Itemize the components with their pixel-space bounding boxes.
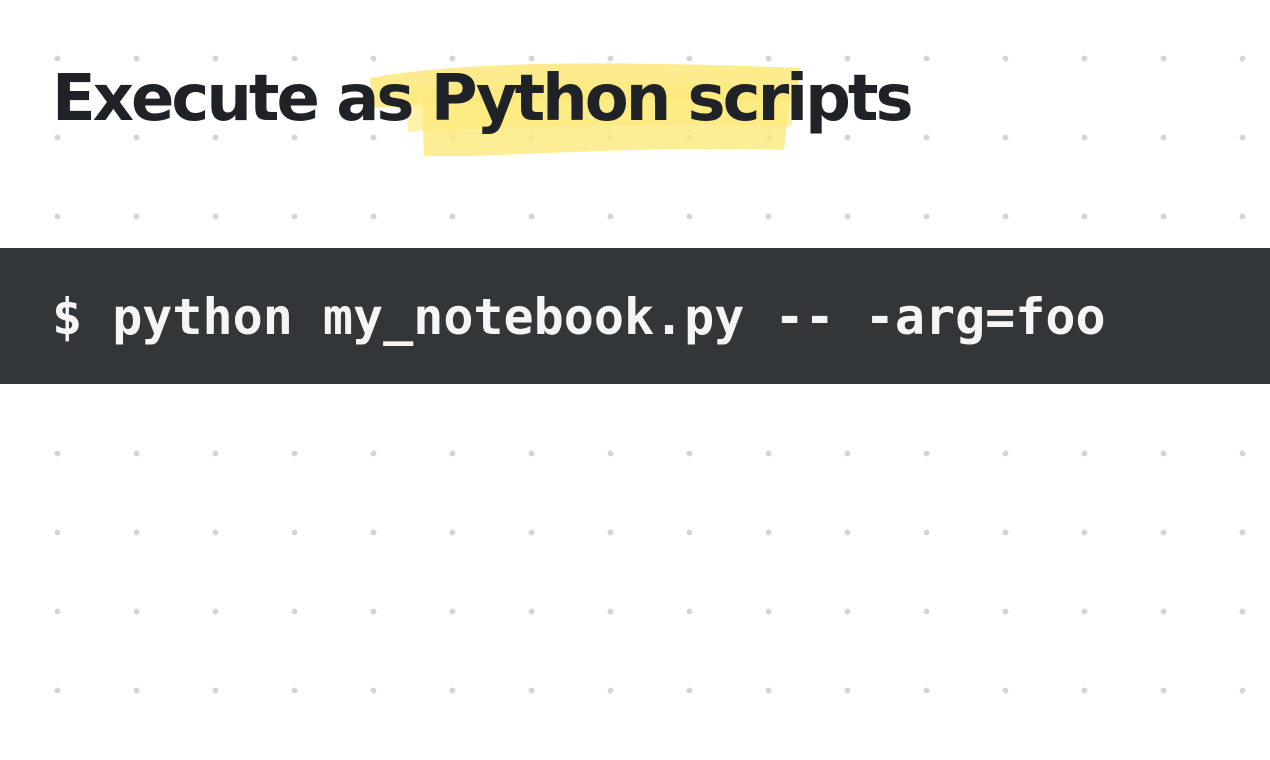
terminal-command-bar: $ python my_notebook.py -- -arg=foo	[0, 248, 1270, 384]
page-title: Execute as Python scripts	[52, 62, 914, 136]
slide: Execute as Python scripts $ python my_no…	[0, 0, 1270, 760]
terminal-command: $ python my_notebook.py -- -arg=foo	[52, 288, 1106, 346]
title-area: Execute as Python scripts	[52, 48, 1052, 158]
